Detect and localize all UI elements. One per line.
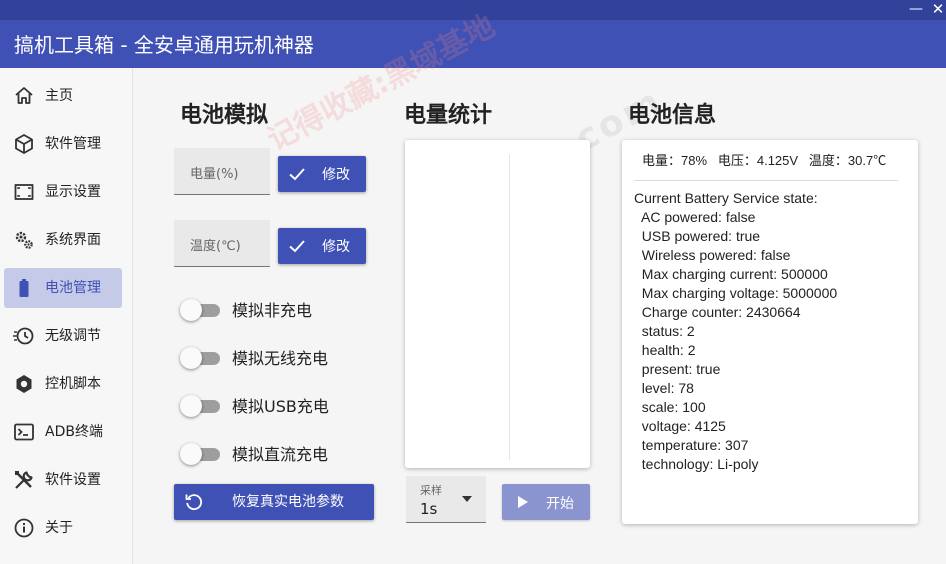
sidebar-item-system-ui[interactable]: 系统界面 (4, 220, 122, 260)
sidebar-item-settings[interactable]: 软件设置 (4, 460, 122, 500)
sidebar-item-home[interactable]: 主页 (4, 76, 122, 116)
battery-temp-input[interactable]: 温度(℃) (174, 220, 270, 267)
battery-dump-line: temperature: 307 (634, 437, 749, 453)
modify-label: 修改 (322, 239, 350, 255)
sidebar-item-label: 系统界面 (45, 232, 101, 248)
restore-icon (185, 494, 203, 511)
sidebar-item-battery[interactable]: 电池管理 (4, 268, 122, 308)
restore-battery-button[interactable]: 恢复真实电池参数 (174, 484, 374, 520)
speed-icon (13, 327, 34, 345)
sidebar-item-scripts[interactable]: 控机脚本 (4, 364, 122, 404)
modify-temp-button[interactable]: 修改 (278, 228, 366, 264)
battery-dump-line: present: true (634, 361, 721, 377)
battery-dump-line: status: 2 (634, 323, 695, 339)
sidebar-item-label: 关于 (45, 520, 73, 536)
battery-dump: Current Battery Service state: AC powere… (634, 189, 837, 474)
restore-label: 恢复真实电池参数 (232, 494, 344, 510)
battery-dump-line: Wireless powered: false (634, 247, 791, 263)
toggle-label: 模拟非充电 (232, 301, 313, 320)
title-bar-strip (0, 0, 946, 20)
sample-caption: 采样 (420, 484, 442, 497)
battery-dump-line: health: 2 (634, 342, 696, 358)
battery-level-placeholder: 电量(%) (190, 167, 239, 182)
app-title: 搞机工具箱 - 全安卓通用玩机神器 (14, 33, 314, 57)
start-button[interactable]: 开始 (502, 484, 590, 520)
check-icon (289, 168, 305, 181)
divider (634, 180, 898, 181)
toggle-sim-not-charging[interactable] (180, 298, 224, 322)
toggle-label: 模拟无线充电 (232, 349, 329, 368)
gears-icon (15, 231, 33, 249)
battery-dump-line: level: 78 (634, 380, 694, 396)
toggle-label: 模拟直流充电 (232, 445, 329, 464)
battery-icon (19, 279, 29, 297)
home-icon (15, 87, 33, 104)
stats-title: 电量统计 (404, 103, 493, 128)
hexagon-icon (16, 375, 32, 393)
sample-value: 1s (420, 500, 438, 518)
battery-dump-line: Charge counter: 2430664 (634, 304, 801, 320)
toggle-sim-usb[interactable] (180, 394, 224, 418)
info-icon (14, 518, 34, 538)
battery-dump-line: USB powered: true (634, 228, 761, 244)
terminal-icon (14, 423, 34, 441)
sidebar-item-label: 显示设置 (45, 184, 101, 200)
chart-axis-line (509, 154, 510, 460)
battery-temp-placeholder: 温度(℃) (190, 239, 241, 254)
battery-summary: 电量：78% 电压：4.125V 温度：30.7℃ (642, 153, 887, 168)
sidebar-item-label: 无级调节 (45, 328, 101, 344)
sidebar-item-label: 控机脚本 (45, 376, 101, 392)
toggle-sim-dc[interactable] (180, 442, 224, 466)
sidebar-item-label: 电池管理 (45, 280, 101, 296)
battery-dump-line: voltage: 4125 (634, 418, 726, 434)
sample-select[interactable]: 采样 1s (406, 476, 486, 523)
close-button[interactable]: ✕ (926, 0, 946, 18)
sidebar-item-label: ADB终端 (45, 424, 103, 440)
display-icon (14, 184, 34, 200)
battery-dump-line: technology: Li-poly (634, 456, 759, 472)
sidebar-item-adb[interactable]: ADB终端 (4, 412, 122, 452)
sidebar-item-label: 软件设置 (45, 472, 101, 488)
battery-info-title: 电池信息 (628, 103, 717, 128)
battery-level-input[interactable]: 电量(%) (174, 148, 270, 195)
sidebar: 主页 软件管理 显示设置 系统界面 电池管理 无级调节 控机脚本 ADB终端 软… (0, 68, 133, 564)
stats-chart-area (405, 140, 590, 468)
battery-dump-line: scale: 100 (634, 399, 706, 415)
battery-dump-line: Max charging current: 500000 (634, 266, 828, 282)
title-bar: — ✕ 搞机工具箱 - 全安卓通用玩机神器 (0, 0, 946, 68)
battery-sim-title: 电池模拟 (180, 103, 269, 128)
package-icon (15, 134, 33, 154)
modify-label: 修改 (322, 167, 350, 183)
modify-level-button[interactable]: 修改 (278, 156, 366, 192)
toggle-label: 模拟USB充电 (232, 397, 329, 416)
sidebar-item-about[interactable]: 关于 (4, 508, 122, 548)
sidebar-item-software[interactable]: 软件管理 (4, 124, 122, 164)
sidebar-item-display[interactable]: 显示设置 (4, 172, 122, 212)
play-icon (518, 496, 528, 508)
sidebar-item-label: 软件管理 (45, 136, 101, 152)
tools-icon (15, 471, 33, 489)
battery-dump-line: Current Battery Service state: (634, 190, 818, 206)
sidebar-item-stepless[interactable]: 无级调节 (4, 316, 122, 356)
check-icon (289, 240, 305, 253)
start-label: 开始 (546, 496, 574, 512)
battery-dump-line: Max charging voltage: 5000000 (634, 285, 838, 301)
minimize-button[interactable]: — (904, 0, 928, 18)
chevron-down-icon (462, 496, 472, 502)
battery-dump-line: AC powered: false (634, 209, 756, 225)
sidebar-item-label: 主页 (45, 88, 73, 104)
toggle-sim-wireless[interactable] (180, 346, 224, 370)
